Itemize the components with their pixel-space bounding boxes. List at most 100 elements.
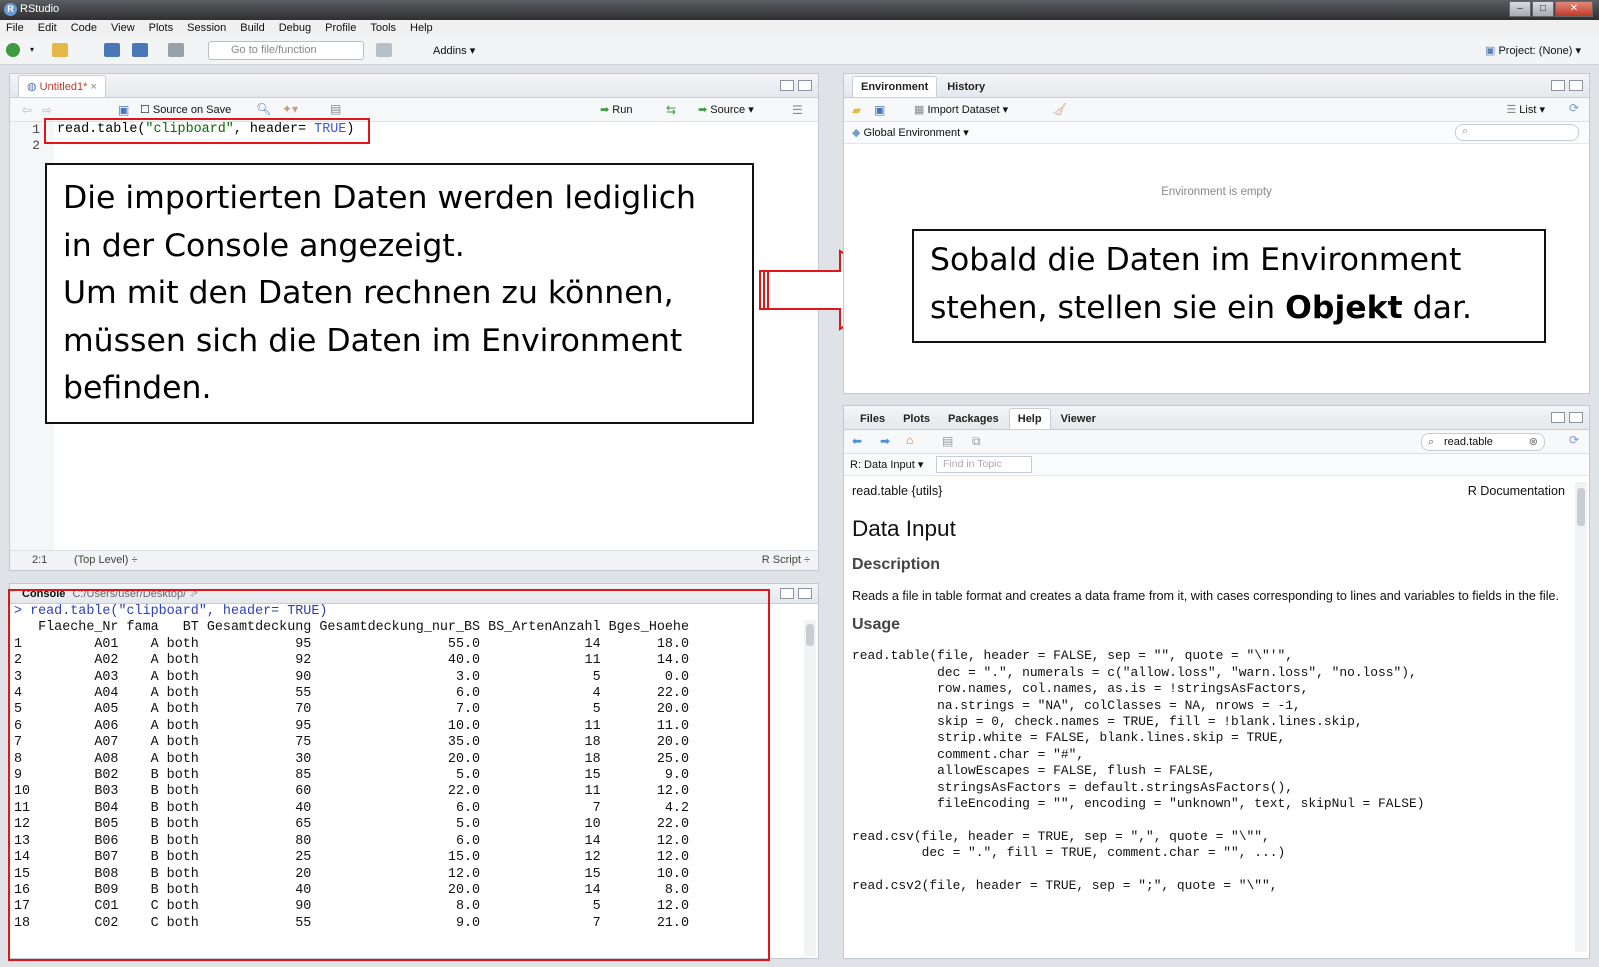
help-doc-source: R Documentation [1467,484,1565,498]
editor-tabstrip: ◍ Untitled1* × [10,74,818,98]
source-button[interactable]: ➡ Source ▾ [698,103,754,116]
console-highlight-box [8,589,770,961]
tab-files[interactable]: Files [852,409,893,429]
menu-help[interactable]: Help [410,20,433,36]
help-scrollbar-thumb[interactable] [1577,488,1585,526]
tab-untitled1[interactable]: ◍ Untitled1* × [18,75,106,97]
environment-empty-message: Environment is empty [1161,186,1272,198]
run-button[interactable]: ➡ Run [600,103,632,116]
help-refresh-icon[interactable]: ⟳ [1569,433,1579,447]
rstudio-logo-icon: R [4,3,17,16]
maximize-pane-button[interactable] [798,80,812,91]
tab-packages[interactable]: Packages [940,409,1007,429]
tab-help[interactable]: Help [1008,408,1051,429]
annotation-callout-right: Sobald die Daten im Environment stehen, … [912,229,1546,343]
new-file-icon[interactable] [6,43,20,57]
maximize-pane-button[interactable] [1569,80,1583,91]
source-on-save-toggle[interactable]: ☐ Source on Save [140,103,231,116]
clear-search-icon[interactable]: ⊗ [1529,434,1538,450]
window-controls: – □ ✕ [1509,1,1593,17]
menu-profile[interactable]: Profile [325,20,356,36]
menu-view[interactable]: View [111,20,135,36]
find-in-topic-input[interactable]: Find in Topic [936,456,1032,473]
tab-environment[interactable]: Environment [852,76,938,97]
close-window-button[interactable]: ✕ [1555,1,1593,17]
minimize-pane-button[interactable] [1551,80,1565,91]
console-scrollbar-thumb[interactable] [806,624,814,646]
callout-text: stehen, stellen sie ein [930,289,1286,326]
save-all-icon[interactable] [132,43,148,57]
project-menu[interactable]: ▣ Project: (None) ▾ [1485,44,1581,57]
usage-line: skip = 0, check.names = TRUE, fill = !bl… [852,714,1363,730]
code-tools-icon[interactable]: ✦▾ [282,102,298,116]
editor-statusbar: 2:1 (Top Level) ÷ R Script ÷ [10,550,818,570]
file-type-selector[interactable]: R Script ÷ [762,551,810,570]
console-pane-controls [780,588,812,599]
help-usage-code: read.table(file, header = FALSE, sep = "… [852,648,1571,894]
environment-search-input[interactable]: ⌕ [1455,124,1579,141]
help-back-icon[interactable]: ⬅ [852,434,862,448]
tab-plots[interactable]: Plots [895,409,938,429]
annotation-callout-left: Die importierten Daten werden lediglich … [45,163,754,424]
menu-code[interactable]: Code [71,20,97,36]
minimize-pane-button[interactable] [1551,412,1565,423]
print-icon[interactable] [168,43,184,57]
open-folder-icon[interactable] [52,43,68,57]
rfile-icon: ◍ [27,81,37,93]
line-number: 2 [32,138,40,153]
minimize-pane-button[interactable] [780,80,794,91]
help-home-icon[interactable]: ⌂ [906,433,913,447]
help-popout-icon[interactable]: ⧉ [972,434,981,449]
menu-debug[interactable]: Debug [279,20,311,36]
help-search-input[interactable]: ⌕ read.table ⊗ [1421,433,1545,451]
tab-history[interactable]: History [939,77,993,97]
import-dataset-label: Import Dataset [927,104,1000,116]
new-file-dropdown-icon[interactable]: ▾ [30,45,38,59]
scope-selector[interactable]: (Top Level) ÷ [74,551,138,570]
menu-plots[interactable]: Plots [149,20,173,36]
rerun-icon[interactable]: ⇆ [666,103,676,117]
help-doc-package: read.table {utils} [852,484,943,498]
close-tab-icon[interactable]: × [90,81,96,93]
help-usage-heading: Usage [852,616,901,634]
minimize-window-button[interactable]: – [1509,1,1531,17]
menu-session[interactable]: Session [187,20,226,36]
help-pane-controls [1551,412,1583,423]
back-arrow-icon[interactable]: ⇦ [22,103,32,117]
minimize-pane-button[interactable] [780,588,794,599]
usage-line: read.table(file, header = FALSE, sep = "… [852,648,1293,664]
tab-untitled1-label: Untitled1* [39,81,88,93]
search-replace-icon[interactable]: 🔍︎ [256,102,271,116]
view-mode-select[interactable]: ☰ List ▾ [1506,103,1545,116]
load-workspace-icon[interactable]: ▰ [852,103,861,117]
forward-arrow-icon[interactable]: ⇨ [42,103,52,117]
help-scrollbar[interactable] [1575,482,1587,952]
outline-icon[interactable]: ☰ [792,103,803,117]
maximize-pane-button[interactable] [798,588,812,599]
goto-file-function-input[interactable]: Go to file/function [208,41,364,60]
help-topic-select[interactable]: R: Data Input ▾ [850,458,923,471]
help-topic-label: R: Data Input [850,459,915,471]
pane-layout-icon[interactable] [376,43,392,57]
maximize-window-button[interactable]: □ [1532,1,1554,17]
console-scrollbar[interactable] [804,620,816,956]
help-forward-icon[interactable]: ➡ [880,434,890,448]
menu-file[interactable]: File [6,20,24,36]
save-icon[interactable] [104,43,120,57]
help-print-icon[interactable]: ▤ [942,434,953,448]
save-workspace-icon[interactable]: ▣ [874,103,885,117]
run-label: Run [612,104,633,116]
refresh-icon[interactable]: ⟳ [1569,101,1579,115]
compile-report-icon[interactable]: ▤ [330,102,341,116]
addins-menu[interactable]: Addins ▾ [433,44,475,57]
menu-edit[interactable]: Edit [38,20,57,36]
usage-line [852,812,1571,828]
clear-broom-icon[interactable]: 🧹︎ [1052,102,1067,116]
global-environment-select[interactable]: ◆ Global Environment ▾ [852,126,969,139]
menu-build[interactable]: Build [240,20,264,36]
tab-viewer[interactable]: Viewer [1053,409,1104,429]
import-dataset-button[interactable]: ▦ Import Dataset ▾ [914,103,1008,116]
menu-tools[interactable]: Tools [370,20,396,36]
maximize-pane-button[interactable] [1569,412,1583,423]
save-file-icon[interactable]: ▣ [118,103,129,117]
